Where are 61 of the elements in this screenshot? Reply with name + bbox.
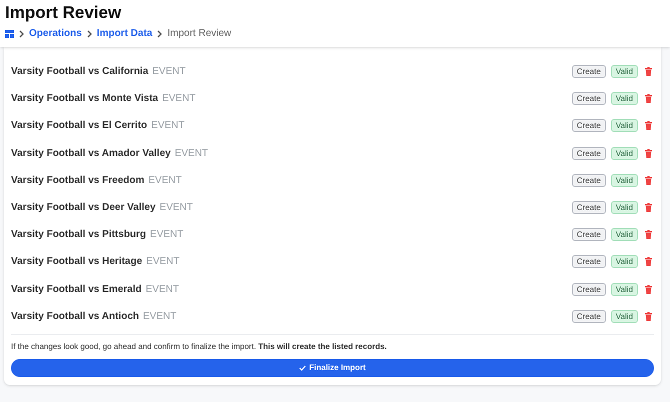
record-name: Varsity Football vs Deer Valley (11, 201, 156, 216)
record-name: Varsity Football vs Emerald (11, 282, 142, 297)
check-icon (299, 364, 306, 371)
record-type: EVENT (150, 228, 184, 242)
record-type: EVENT (151, 119, 184, 134)
action-badge: Create (572, 92, 606, 106)
record-name: Varsity Football vs Antioch (11, 310, 139, 324)
action-badge: Create (572, 146, 606, 160)
action-badge: Create (572, 65, 606, 78)
confirm-text: If the changes look good, go ahead and confirm to finalize the import. This will create the listed records. (11, 340, 388, 353)
record-type: EVENT (152, 65, 186, 80)
record-type: EVENT (143, 310, 176, 324)
chevron-right-icon (19, 30, 24, 38)
record-type: EVENT (146, 282, 179, 297)
status-badge: Valid (610, 65, 638, 78)
record-name: Varsity Football vs Pittsburg (11, 228, 146, 242)
status-badge: Valid (610, 119, 638, 132)
record-type: EVENT (148, 174, 182, 188)
action-badge: Create (572, 201, 606, 214)
record-type: EVENT (146, 255, 180, 270)
trash-icon[interactable] (645, 121, 652, 130)
record-name: Varsity Football vs Heritage (11, 255, 142, 270)
record-name: Varsity Football vs Monte Vista (11, 92, 158, 106)
record-type: EVENT (174, 146, 208, 161)
trash-icon[interactable] (645, 257, 652, 266)
trash-icon[interactable] (645, 176, 652, 185)
trash-icon[interactable] (645, 67, 652, 76)
status-badge: Valid (610, 174, 638, 187)
finalize-button[interactable]: Finalize Import (11, 358, 654, 377)
chevron-right-icon (157, 30, 162, 38)
record-type: EVENT (160, 201, 193, 216)
action-badge: Create (572, 282, 606, 296)
trash-icon[interactable] (645, 148, 652, 158)
status-badge: Valid (610, 228, 638, 242)
trash-icon[interactable] (645, 94, 652, 104)
record-name: Varsity Football vs California (11, 65, 148, 80)
breadcrumb-link[interactable]: Import Data (96, 26, 152, 41)
action-badge: Create (572, 228, 606, 242)
record-name: Varsity Football vs Freedom (11, 174, 144, 188)
action-badge: Create (572, 255, 606, 268)
trash-icon[interactable] (645, 230, 652, 240)
record-name: Varsity Football vs Amador Valley (11, 146, 171, 161)
record-type: EVENT (162, 92, 196, 106)
chevron-right-icon (86, 30, 92, 38)
status-badge: Valid (610, 282, 638, 296)
breadcrumb-link[interactable]: Operations (29, 26, 82, 41)
status-badge: Valid (610, 146, 638, 160)
status-badge: Valid (610, 255, 638, 268)
action-badge: Create (572, 119, 606, 132)
action-badge: Create (572, 310, 606, 323)
trash-icon[interactable] (645, 203, 652, 212)
dashboard-icon[interactable] (5, 30, 14, 38)
action-badge: Create (572, 174, 606, 187)
trash-icon[interactable] (645, 284, 652, 294)
status-badge: Valid (610, 310, 638, 323)
status-badge: Valid (610, 92, 638, 106)
status-badge: Valid (610, 201, 638, 214)
breadcrumb-current: Import Review (167, 27, 232, 41)
trash-icon[interactable] (645, 312, 652, 321)
page-title: Import Review (5, 2, 122, 24)
record-name: Varsity Football vs El Cerrito (11, 119, 148, 134)
